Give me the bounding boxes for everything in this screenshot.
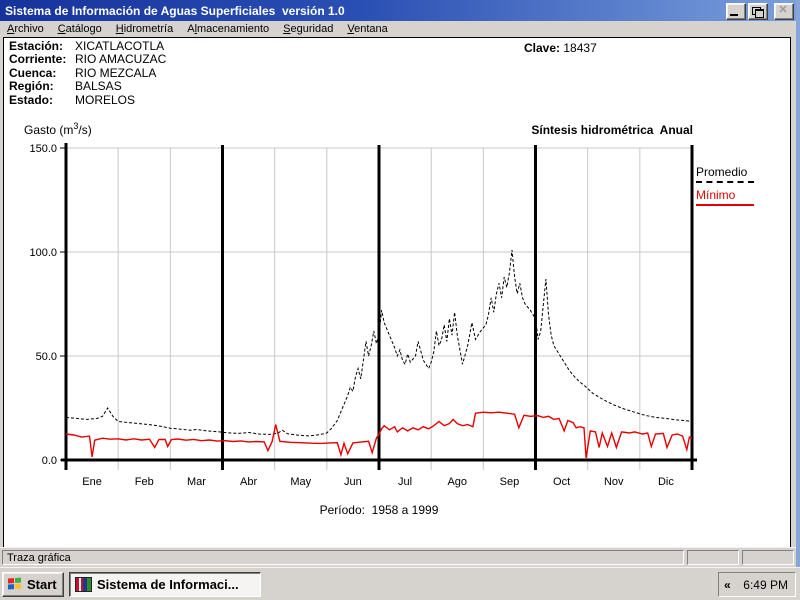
legend-entry-promedio: Promedio — [696, 165, 754, 183]
status-pane-3 — [742, 550, 794, 565]
app-icon — [75, 577, 92, 592]
title-bar: Sistema de Información de Aguas Superfic… — [0, 0, 800, 21]
legend-label: Promedio — [696, 165, 748, 179]
x-tick-label-jun: Jun — [344, 476, 362, 488]
x-tick-label-mar: Mar — [187, 476, 206, 488]
x-tick-label-oct: Oct — [553, 476, 570, 488]
start-label: Start — [27, 577, 57, 592]
period-note: Período: 1958 a 1999 — [319, 503, 439, 517]
status-bar: Traza gráfica — [0, 547, 800, 568]
y-tick-label: 150.0 — [29, 143, 57, 155]
start-button[interactable]: Start — [2, 572, 64, 597]
app-window: Sistema de Información de Aguas Superfic… — [0, 0, 800, 600]
legend-line-sample — [696, 181, 754, 183]
tray-expand-chevron[interactable]: « — [724, 578, 731, 592]
window-right-border — [796, 0, 800, 567]
window-controls: ✕ — [724, 3, 794, 20]
menu-item-catalogo[interactable]: Catálogo — [51, 22, 109, 36]
legend-entry-minimo: Mínimo — [696, 188, 754, 206]
y-tick-label: 0.0 — [42, 455, 57, 467]
x-tick-label-jul: Jul — [398, 476, 412, 488]
y-tick-label: 50.0 — [36, 351, 57, 363]
window-title: Sistema de Información de Aguas Superfic… — [5, 3, 345, 18]
taskbar-clock: 6:49 PM — [743, 577, 788, 592]
menu-item-hidrometria[interactable]: Hidrometría — [109, 22, 180, 36]
status-message-pane: Traza gráfica — [2, 550, 684, 565]
system-tray: « 6:49 PM — [718, 572, 796, 597]
x-tick-label-may: May — [290, 476, 311, 488]
menu-item-almacenamiento[interactable]: Almacenamiento — [180, 22, 276, 36]
minimize-button[interactable] — [726, 3, 746, 20]
menu-item-ventana[interactable]: Ventana — [340, 22, 394, 36]
x-tick-label-ago: Ago — [447, 476, 467, 488]
x-tick-label-feb: Feb — [135, 476, 154, 488]
hydrograph-chart-canvas: 0.0 50.0 100.0 150.0 Ene Feb Mar Abr May Jun Jul Ag… — [29, 143, 697, 488]
x-tick-label-abr: Abr — [240, 476, 257, 488]
task-label: Sistema de Informaci... — [97, 577, 239, 592]
menu-item-seguridad[interactable]: Seguridad — [276, 22, 340, 36]
x-tick-label-ene: Ene — [82, 476, 102, 488]
status-text: Traza gráfica — [7, 552, 71, 564]
menu-bar: Archivo Catálogo Hidrometría Almacenamiento… — [0, 21, 800, 37]
legend-label: Mínimo — [696, 188, 736, 202]
menu-item-archivo[interactable]: Archivo — [0, 22, 51, 36]
status-pane-2 — [687, 550, 739, 565]
x-tick-label-nov: Nov — [604, 476, 624, 488]
x-tick-label-sep: Sep — [500, 476, 520, 488]
y-tick-label: 100.0 — [29, 247, 57, 259]
restore-button[interactable] — [748, 3, 768, 20]
close-button[interactable]: ✕ — [774, 3, 794, 20]
taskbar-task-button[interactable]: Sistema de Informaci... — [69, 572, 261, 597]
restore-icon-2 — [755, 9, 764, 18]
windows-logo-icon — [8, 577, 23, 591]
taskbar: Start Sistema de Informaci... « 6:49 PM — [0, 567, 800, 600]
content-area: Estación: XICATLACOTLA Corriente: RIO AMACU… — [3, 37, 791, 548]
chart-legend: Promedio Mínimo — [696, 165, 754, 211]
minimize-icon — [730, 14, 738, 16]
legend-line-sample — [696, 204, 754, 206]
close-icon: ✕ — [778, 4, 788, 16]
x-tick-label-dic: Dic — [658, 476, 674, 488]
